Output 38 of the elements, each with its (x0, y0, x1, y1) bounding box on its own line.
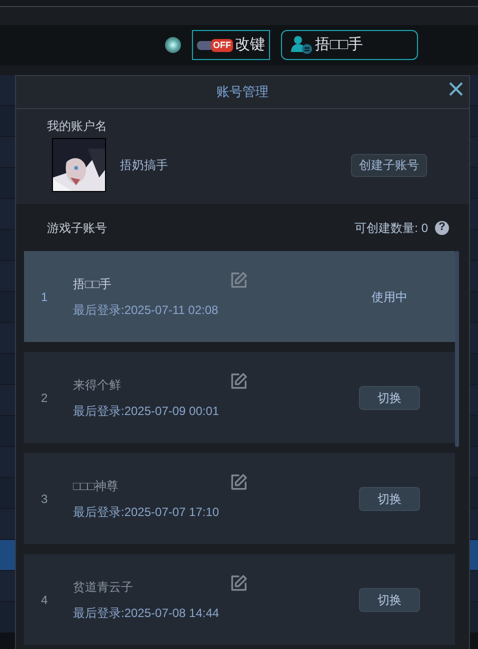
last-login-text: 最后登录:2025-07-07 17:10 (73, 504, 220, 520)
help-icon[interactable]: ? (435, 220, 449, 234)
keymap-label: 改键 (235, 34, 265, 55)
close-icon (449, 82, 463, 96)
switch-button[interactable]: 切换 (359, 486, 420, 510)
quota-text: 可创建数量: 0 (354, 220, 428, 236)
subaccount-row[interactable]: 4 贫道青云子 最后登录:2025-07-08 14:44 切换 (24, 554, 455, 645)
edit-icon[interactable] (229, 372, 248, 391)
keymap-button[interactable]: OFF 改键 (192, 30, 270, 60)
close-button[interactable] (449, 82, 463, 96)
subaccount-row[interactable]: 1 捂□□手 最后登录:2025-07-11 02:08 使用中 (24, 251, 455, 342)
section-heading: 游戏子账号 (47, 220, 107, 236)
dialog-title: 账号管理 (216, 83, 268, 102)
subaccount-name: 捂□□手 (73, 276, 112, 292)
edit-icon[interactable] (229, 574, 248, 593)
row-number: 2 (41, 390, 49, 406)
create-subaccount-button[interactable]: 创建子账号 (351, 154, 427, 176)
row-number: 4 (41, 592, 49, 608)
subaccount-row[interactable]: 3 □□□神尊 最后登录:2025-07-07 17:10 切换 (24, 453, 455, 544)
account-name: 捂奶搞手 (120, 157, 168, 174)
last-login-text: 最后登录:2025-07-11 02:08 (73, 302, 220, 318)
switch-button[interactable]: 切换 (359, 588, 420, 612)
switch-button[interactable]: 切换 (359, 386, 420, 410)
subaccount-name: 贫道青云子 (73, 578, 134, 596)
last-login-text: 最后登录:2025-07-09 00:01 (73, 402, 220, 420)
section-heading: 我的账户名 (47, 118, 108, 134)
subaccount-name: □□□神尊 (73, 478, 120, 494)
subaccount-row[interactable]: 2 来得个鲜 最后登录:2025-07-09 00:01 切换 (24, 352, 455, 443)
row-number: 3 (41, 490, 49, 508)
user-button[interactable]: 捂□□手 (281, 30, 418, 60)
last-login-text: 最后登录:2025-07-08 14:44 (73, 604, 220, 622)
edit-icon[interactable] (229, 473, 248, 492)
subaccount-name: 来得个鲜 (73, 376, 122, 394)
scrollbar[interactable] (455, 251, 459, 447)
in-use-label: 使用中 (372, 288, 408, 306)
edit-icon[interactable] (229, 271, 248, 290)
row-number: 1 (41, 288, 49, 306)
user-icon (291, 35, 313, 55)
